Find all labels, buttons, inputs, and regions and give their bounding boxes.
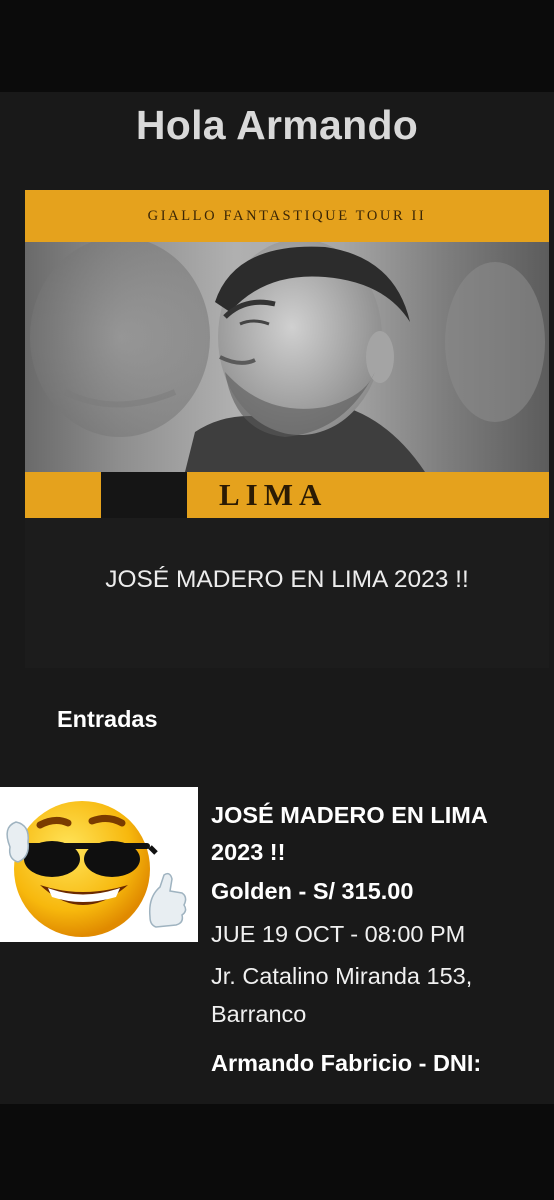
ticket-page: Hola Armando GIALLO FANTASTIQUE TOUR II [0,92,554,1104]
ticket-venue-address: Jr. Catalino Miranda 153, Barranco [211,963,473,1027]
event-poster: GIALLO FANTASTIQUE TOUR II LIMA [25,190,549,518]
ticket-datetime: JUE 19 OCT - 08:00 PM [211,921,466,947]
poster-tour-name: GIALLO FANTASTIQUE TOUR II [147,207,427,224]
tickets-section-title: Entradas [57,706,158,732]
poster-tour-band: GIALLO FANTASTIQUE TOUR II [25,190,549,242]
ticket-holder: Armando Fabricio - DNI: [211,1050,482,1076]
ticket-event-name: JOSÉ MADERO EN LIMA 2023 !! [211,802,487,865]
artist-photo [25,242,549,472]
greeting-heading: Hola Armando [135,102,419,148]
bottom-bar [0,1104,554,1200]
artist-portrait-image [30,242,545,472]
event-card[interactable]: GIALLO FANTASTIQUE TOUR II LIMA JOSÉ MAD… [25,190,549,668]
ticket-zone-price: Golden - S/ 315.00 [211,878,414,904]
event-title: JOSÉ MADERO EN LIMA 2023 !! [105,566,469,593]
top-bar [0,0,554,92]
ticket-image [0,787,198,942]
poster-bottom-shade [101,472,187,518]
ticket-details[interactable]: JOSÉ MADERO EN LIMA 2023 !! Golden - S/ … [211,797,541,1083]
sunglasses-smiley-icon [6,801,187,937]
poster-city: LIMA [219,477,328,512]
